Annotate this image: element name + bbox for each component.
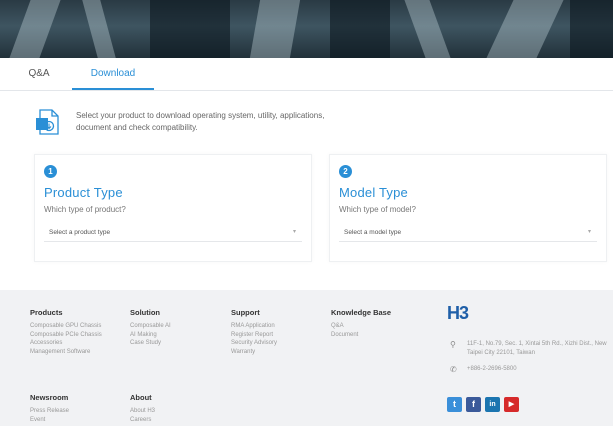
twitter-icon[interactable]: t (447, 397, 462, 412)
footer-heading-support: Support (231, 308, 260, 317)
footer-link[interactable]: Document (331, 331, 358, 340)
footer-link[interactable]: Management Software (30, 348, 102, 357)
youtube-icon[interactable]: ▶ (504, 397, 519, 412)
footer-link[interactable]: About H3 (130, 407, 155, 416)
footer-link[interactable]: Accessories (30, 339, 102, 348)
footer-link[interactable]: Composable AI (130, 322, 171, 331)
footer-list-solution: Composable AI AI Making Case Study (130, 322, 171, 348)
footer-link[interactable]: Careers (130, 416, 155, 425)
model-type-select[interactable]: Select a model type ▾ (339, 223, 597, 242)
footer-list-about: About H3 Careers (130, 407, 155, 424)
footer-heading-products: Products (30, 308, 63, 317)
intro-text: Select your product to download operatin… (76, 111, 325, 132)
footer (0, 290, 613, 426)
card-title: Model Type (339, 185, 408, 200)
footer-heading-solution: Solution (130, 308, 160, 317)
hero-light-beam (82, 0, 116, 58)
footer-link[interactable]: Composable GPU Chassis (30, 322, 102, 331)
location-pin-icon: ⚲ (450, 340, 456, 349)
footer-list-newsroom: Press Release Event (30, 407, 69, 424)
phone-icon: ✆ (450, 365, 457, 374)
footer-link[interactable]: Q&A (331, 322, 358, 331)
hero-light-beam (249, 0, 301, 58)
company-logo[interactable]: H3 (447, 303, 469, 324)
footer-list-knowledge-base: Q&A Document (331, 322, 358, 339)
card-subtitle: Which type of model? (339, 205, 416, 214)
chevron-down-icon: ▾ (587, 229, 591, 235)
select-value: Select a model type (344, 229, 402, 236)
tab-bar: Q&A Download (0, 58, 613, 91)
card-subtitle: Which type of product? (44, 205, 126, 214)
footer-heading-newsroom: Newsroom (30, 393, 69, 402)
footer-link[interactable]: Case Study (130, 339, 171, 348)
hero-light-beam (404, 0, 451, 58)
hero-shadow (150, 0, 230, 58)
footer-list-support: RMA Application Register Report Security… (231, 322, 277, 356)
footer-heading-knowledge-base: Knowledge Base (331, 308, 392, 317)
linkedin-icon[interactable]: in (485, 397, 500, 412)
select-value: Select a product type (49, 229, 111, 236)
company-phone: +886-2-2696-5800 (467, 366, 517, 372)
hero-light-beam (9, 0, 61, 58)
product-type-select[interactable]: Select a product type ▾ (44, 223, 302, 242)
download-document-icon (36, 109, 59, 135)
chevron-down-icon: ▾ (292, 229, 296, 235)
company-address: 11F-1, No.79, Sec. 1, Xintai 5th Rd., Xi… (467, 341, 607, 356)
footer-link[interactable]: AI Making (130, 331, 171, 340)
footer-heading-about: About (130, 393, 152, 402)
footer-link[interactable]: Warranty (231, 348, 277, 357)
step-badge: 2 (339, 165, 352, 178)
hero-shadow (570, 0, 613, 58)
hero-light-beam (486, 0, 564, 58)
footer-link[interactable]: Register Report (231, 331, 277, 340)
footer-link[interactable]: Composable PCIe Chassis (30, 331, 102, 340)
tab-qa[interactable]: Q&A (14, 58, 64, 90)
facebook-icon[interactable]: f (466, 397, 481, 412)
footer-list-products: Composable GPU Chassis Composable PCIe C… (30, 322, 102, 356)
product-type-card: 1 Product Type Which type of product? Se… (34, 154, 312, 262)
footer-link[interactable]: Event (30, 416, 69, 425)
footer-link[interactable]: Press Release (30, 407, 69, 416)
footer-link[interactable]: RMA Application (231, 322, 277, 331)
card-title: Product Type (44, 185, 123, 200)
hero-shadow (330, 0, 390, 58)
footer-link[interactable]: Security Advisory (231, 339, 277, 348)
tab-download[interactable]: Download (72, 58, 154, 90)
hero-banner (0, 0, 613, 58)
model-type-card: 2 Model Type Which type of model? Select… (329, 154, 607, 262)
step-badge: 1 (44, 165, 57, 178)
